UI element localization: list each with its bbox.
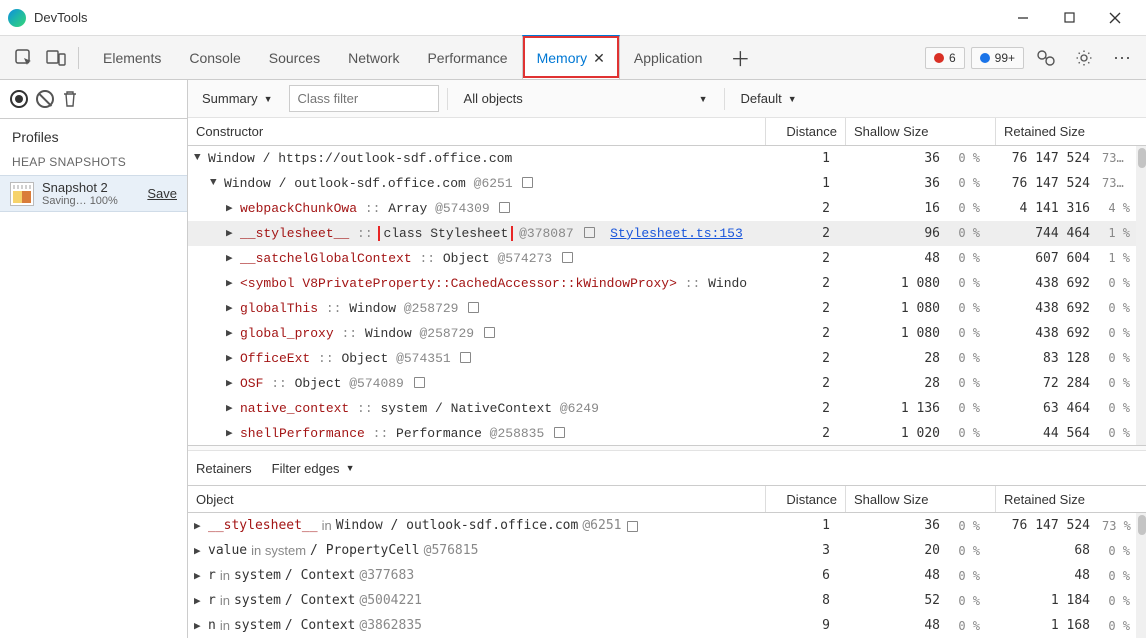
col-distance[interactable]: Distance bbox=[766, 118, 846, 145]
errors-badge[interactable]: 6 bbox=[925, 47, 965, 69]
col-constructor[interactable]: Constructor bbox=[188, 118, 766, 145]
table-row[interactable]: r in system / Context @50042218520 %1 18… bbox=[188, 588, 1146, 613]
scrollbar-thumb2[interactable] bbox=[1138, 515, 1146, 535]
maximize-button[interactable] bbox=[1046, 2, 1092, 34]
col-distance2[interactable]: Distance bbox=[766, 486, 846, 512]
tab-memory[interactable]: Memory✕ bbox=[522, 35, 620, 79]
tab-application[interactable]: Application bbox=[620, 36, 717, 80]
window-title: DevTools bbox=[34, 10, 87, 25]
scrollbar-thumb[interactable] bbox=[1138, 148, 1146, 168]
snapshot-name: Snapshot 2 bbox=[42, 180, 139, 195]
col-shallow2[interactable]: Shallow Size bbox=[846, 486, 996, 512]
table-row[interactable]: __satchelGlobalContext :: Object @574273… bbox=[188, 246, 1146, 271]
table-row[interactable]: __stylesheet__ :: class Stylesheet @3780… bbox=[188, 221, 1146, 246]
table-row[interactable]: Window / https://outlook-sdf.office.com1… bbox=[188, 146, 1146, 171]
error-dot-icon bbox=[934, 53, 944, 63]
heap-snapshots-heading: HEAP SNAPSHOTS bbox=[0, 151, 187, 175]
snapshot-save-link[interactable]: Save bbox=[147, 186, 177, 201]
settings-icon[interactable] bbox=[1068, 42, 1100, 74]
tab-performance[interactable]: Performance bbox=[413, 36, 521, 80]
close-button[interactable] bbox=[1092, 2, 1138, 34]
table-row[interactable]: <symbol V8PrivateProperty::CachedAccesso… bbox=[188, 271, 1146, 296]
table-row[interactable]: globalThis :: Window @258729 21 0800 %43… bbox=[188, 296, 1146, 321]
col-object[interactable]: Object bbox=[188, 486, 766, 512]
col-retained2[interactable]: Retained Size bbox=[996, 486, 1146, 512]
table-row[interactable]: n in system / Context @38628359480 %1 16… bbox=[188, 613, 1146, 638]
panel-tabs: Elements Console Sources Network Perform… bbox=[89, 36, 764, 80]
tab-elements[interactable]: Elements bbox=[89, 36, 175, 80]
add-tab-button[interactable]: ＋ bbox=[716, 36, 764, 80]
table-row[interactable]: webpackChunkOwa :: Array @574309 2160 %4… bbox=[188, 196, 1146, 221]
table-row[interactable]: native_context :: system / NativeContext… bbox=[188, 396, 1146, 421]
retainers-toolbar: Retainers Filter edges▼ bbox=[188, 451, 1146, 485]
class-filter-input[interactable] bbox=[289, 85, 439, 112]
info-dot-icon bbox=[980, 53, 990, 63]
more-icon[interactable]: ⋯ bbox=[1106, 42, 1138, 74]
clear-icon[interactable] bbox=[36, 90, 54, 108]
table-row[interactable]: global_proxy :: Window @258729 21 0800 %… bbox=[188, 321, 1146, 346]
view-dropdown[interactable]: Summary▼ bbox=[194, 87, 281, 110]
record-icon[interactable] bbox=[10, 90, 28, 108]
retainers-header: Object Distance Shallow Size Retained Si… bbox=[188, 485, 1146, 513]
close-icon[interactable]: ✕ bbox=[593, 50, 605, 67]
col-shallow[interactable]: Shallow Size bbox=[846, 118, 996, 145]
profiles-sidebar: Profiles HEAP SNAPSHOTS Snapshot 2 Savin… bbox=[0, 80, 188, 638]
snapshot-icon bbox=[10, 182, 34, 206]
tab-sources[interactable]: Sources bbox=[255, 36, 334, 80]
tab-console[interactable]: Console bbox=[175, 36, 254, 80]
delete-icon[interactable] bbox=[62, 90, 78, 108]
minimize-button[interactable] bbox=[1000, 2, 1046, 34]
table-row[interactable]: OSF :: Object @574089 2280 %72 2840 % bbox=[188, 371, 1146, 396]
table-row[interactable]: __stylesheet__ in Window / outlook-sdf.o… bbox=[188, 513, 1146, 538]
table-row[interactable]: value in system / PropertyCell @57681532… bbox=[188, 538, 1146, 563]
snapshot-status: Saving… 100% bbox=[42, 195, 139, 207]
devtools-toolbar: Elements Console Sources Network Perform… bbox=[0, 36, 1146, 80]
tab-network[interactable]: Network bbox=[334, 36, 413, 80]
table-row[interactable]: Window / outlook-sdf.office.com @6251 13… bbox=[188, 171, 1146, 196]
filter-edges-dropdown[interactable]: Filter edges▼ bbox=[264, 457, 363, 480]
snapshot-item[interactable]: Snapshot 2 Saving… 100% Save bbox=[0, 175, 187, 212]
filter-bar: Summary▼ All objects▼ Default▼ bbox=[188, 80, 1146, 118]
objects-dropdown[interactable]: All objects▼ bbox=[456, 87, 716, 110]
profiles-heading: Profiles bbox=[0, 118, 187, 151]
titlebar: DevTools bbox=[0, 0, 1146, 36]
default-dropdown[interactable]: Default▼ bbox=[733, 87, 805, 110]
constructors-header: Constructor Distance Shallow Size Retain… bbox=[188, 118, 1146, 146]
table-row[interactable]: r in system / Context @3776836480 %480 % bbox=[188, 563, 1146, 588]
device-toggle-icon[interactable] bbox=[40, 42, 72, 74]
inspect-element-icon[interactable] bbox=[8, 42, 40, 74]
issues-icon[interactable] bbox=[1030, 42, 1062, 74]
table-row[interactable]: OfficeExt :: Object @574351 2280 %83 128… bbox=[188, 346, 1146, 371]
retainers-label: Retainers bbox=[196, 461, 252, 476]
info-badge[interactable]: 99+ bbox=[971, 47, 1024, 69]
col-retained[interactable]: Retained Size bbox=[996, 118, 1146, 145]
edge-logo-icon bbox=[8, 9, 26, 27]
table-row[interactable]: shellPerformance :: Performance @258835 … bbox=[188, 421, 1146, 445]
